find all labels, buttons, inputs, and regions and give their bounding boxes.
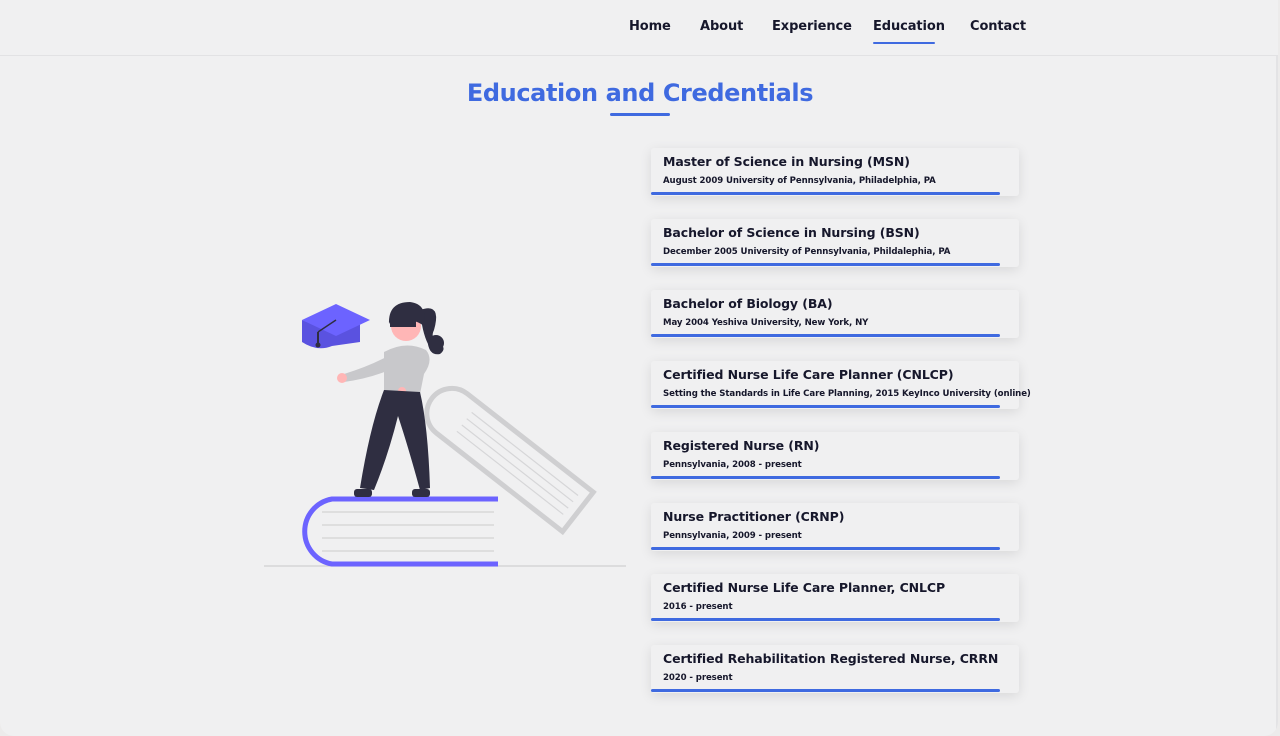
credential-card: Nurse Practitioner (CRNP) Pennsylvania, … xyxy=(651,503,1019,551)
credential-title: Master of Science in Nursing (MSN) xyxy=(663,154,910,169)
title-underline xyxy=(610,113,670,116)
credential-card: Master of Science in Nursing (MSN) Augus… xyxy=(651,148,1019,196)
credential-card: Bachelor of Biology (BA) May 2004 Yeshiv… xyxy=(651,290,1019,338)
nav-contact[interactable]: Contact xyxy=(970,19,1026,34)
navbar: Home About Experience Education Contact xyxy=(0,0,1278,56)
card-accent-bar xyxy=(651,334,1000,337)
card-accent-bar xyxy=(651,405,1000,408)
credential-card: Certified Nurse Life Care Planner, CNLCP… xyxy=(651,574,1019,622)
credential-title: Certified Nurse Life Care Planner (CNLCP… xyxy=(663,367,954,382)
credential-card: Certified Rehabilitation Registered Nurs… xyxy=(651,645,1019,693)
nav-active-indicator xyxy=(873,42,935,44)
credential-title: Certified Rehabilitation Registered Nurs… xyxy=(663,651,999,666)
credential-detail: Pennsylvania, 2008 - present xyxy=(663,460,802,470)
card-accent-bar xyxy=(651,476,1000,479)
window-edge xyxy=(1276,0,1278,736)
credential-detail: May 2004 Yeshiva University, New York, N… xyxy=(663,318,869,328)
page: Home About Experience Education Contact … xyxy=(0,0,1278,736)
credential-title: Registered Nurse (RN) xyxy=(663,438,820,453)
card-accent-bar xyxy=(651,689,1000,692)
main-nav: Home About Experience Education Contact xyxy=(0,0,1278,55)
credential-detail: August 2009 University of Pennsylvania, … xyxy=(663,176,936,186)
credential-title: Nurse Practitioner (CRNP) xyxy=(663,509,845,524)
credential-title: Bachelor of Science in Nursing (BSN) xyxy=(663,225,920,240)
card-accent-bar xyxy=(651,547,1000,550)
credential-detail: Setting the Standards in Life Care Plann… xyxy=(663,389,1031,399)
graduate-with-books-illustration xyxy=(264,302,626,567)
nav-experience[interactable]: Experience xyxy=(772,19,852,34)
nav-home[interactable]: Home xyxy=(629,19,671,34)
page-title: Education and Credentials xyxy=(466,79,814,107)
credential-detail: December 2005 University of Pennsylvania… xyxy=(663,247,951,257)
leaning-book-icon xyxy=(424,385,597,536)
credential-card: Certified Nurse Life Care Planner (CNLCP… xyxy=(651,361,1031,409)
credential-title: Bachelor of Biology (BA) xyxy=(663,296,833,311)
nav-about[interactable]: About xyxy=(700,19,743,34)
credential-detail: 2016 - present xyxy=(663,602,733,612)
card-accent-bar xyxy=(651,192,1000,195)
credential-card: Registered Nurse (RN) Pennsylvania, 2008… xyxy=(651,432,1019,480)
book-icon xyxy=(302,496,498,567)
card-accent-bar xyxy=(651,263,1000,266)
credential-detail: Pennsylvania, 2009 - present xyxy=(663,531,802,541)
credential-detail: 2020 - present xyxy=(663,673,733,683)
nav-education[interactable]: Education xyxy=(873,19,945,34)
graduation-cap-icon xyxy=(302,304,370,349)
credential-card: Bachelor of Science in Nursing (BSN) Dec… xyxy=(651,219,1019,267)
credential-title: Certified Nurse Life Care Planner, CNLCP xyxy=(663,580,946,595)
card-accent-bar xyxy=(651,618,1000,621)
